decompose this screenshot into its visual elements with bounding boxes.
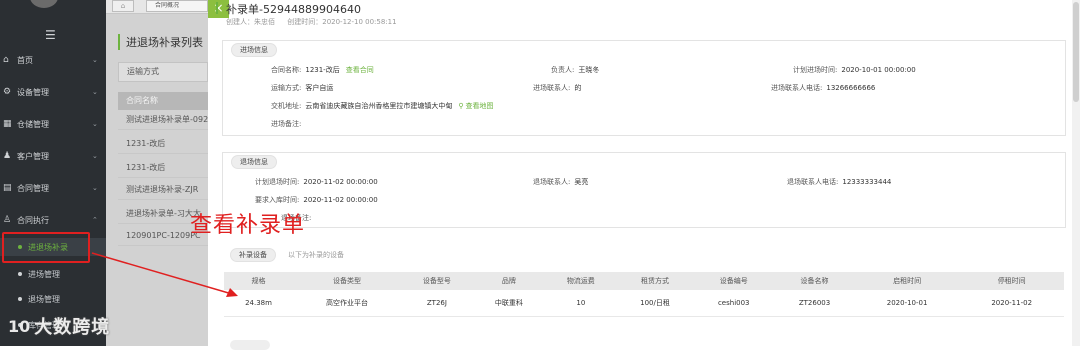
sub-item-entry[interactable]: 进场管理: [0, 265, 106, 283]
view-map-link[interactable]: 查看地图: [466, 102, 494, 110]
owner-field: 负责人: 王晓冬: [551, 66, 600, 74]
plan-exit-time-field: 计划退场时间: 2020-11-02 00:00:00: [255, 178, 378, 186]
tab-bar: ⌂ 合同概况: [106, 0, 208, 14]
chevron-down-icon: ⌄: [92, 56, 98, 64]
execution-icon: ♙: [3, 215, 12, 225]
scrollbar-thumb[interactable]: [1073, 2, 1079, 102]
column-header: 物流运费: [544, 272, 617, 290]
contract-icon: ▤: [3, 183, 12, 193]
column-header: 停租时间: [959, 272, 1064, 290]
chevron-down-icon: ⌄: [92, 120, 98, 128]
transport-field: 运输方式: 客户自运: [271, 84, 334, 92]
bullet-icon: [18, 297, 22, 301]
table-cell: ZT26003: [774, 290, 855, 317]
list-item[interactable]: 测试进退场补录-ZJR: [118, 180, 208, 200]
map-pin-icon: ⚲: [458, 102, 464, 110]
watermark: 10 大数跨境: [8, 312, 110, 340]
chevron-down-icon: ⌄: [92, 184, 98, 192]
column-header: 设备名称: [774, 272, 855, 290]
table-cell: 中联重科: [472, 290, 545, 317]
exit-phone-field: 退场联系人电话: 12333333444: [787, 178, 892, 186]
table-row[interactable]: 24.38m 高空作业平台 ZT26J 中联重科 10 100/日租 ceshi…: [224, 290, 1064, 317]
device-icon: ⚙: [3, 87, 12, 97]
entry-info-tag: 进场信息: [231, 43, 277, 57]
list-title: 进退场补录列表: [118, 34, 203, 50]
entry-info-section: 进场信息 合同名称: 1231-改后 查看合同 负责人: 王晓冬 计划进场时间: 202…: [222, 40, 1066, 136]
warehouse-icon: ▦: [3, 119, 12, 129]
table-header-row: 规格 设备类型 设备型号 品牌 物流运费 租赁方式 设备编号 设备名称 启租时间…: [224, 272, 1064, 290]
chevron-down-icon: ⌄: [92, 152, 98, 160]
table-cell: 24.38m: [224, 290, 294, 317]
table-cell: 100/日租: [616, 290, 694, 317]
customer-icon: ♟: [3, 151, 12, 161]
contract-name-field: 合同名称: 1231-改后 查看合同: [271, 66, 374, 74]
require-storage-time-field: 要求入库时间: 2020-11-02 00:00:00: [255, 196, 378, 204]
table-cell: ceshi003: [693, 290, 775, 317]
chevron-up-icon: ⌃: [92, 216, 98, 224]
creator-label: 创建人：朱忠佰: [226, 18, 275, 26]
annotation-highlight-box: [2, 232, 90, 263]
column-header: 租赁方式: [616, 272, 694, 290]
exit-info-tag: 退场信息: [231, 155, 277, 169]
tab-home[interactable]: ⌂: [112, 0, 134, 12]
nav-item-warehouse[interactable]: ▦ 仓储管理 ⌄: [0, 114, 106, 134]
avatar[interactable]: [30, 0, 58, 8]
list-item[interactable]: 1231-改后: [118, 134, 208, 154]
view-contract-link[interactable]: 查看合同: [346, 66, 374, 74]
supplement-device-table: 规格 设备类型 设备型号 品牌 物流运费 租赁方式 设备编号 设备名称 启租时间…: [224, 272, 1064, 317]
sub-item-exit[interactable]: 退场管理: [0, 290, 106, 308]
column-header: 启租时间: [854, 272, 960, 290]
table-cell: 2020-10-01: [854, 290, 960, 317]
column-header: 设备编号: [693, 272, 775, 290]
entry-contact-field: 进场联系人: 的: [533, 84, 582, 92]
list-item[interactable]: 1231-改后: [118, 158, 208, 178]
table-cell: ZT26J: [400, 290, 473, 317]
page-title: 补录单-52944889904640: [226, 3, 361, 16]
exit-info-section: 退场信息 计划退场时间: 2020-11-02 00:00:00 退场联系人: 吴亮…: [222, 152, 1066, 228]
transport-select[interactable]: 运输方式: [118, 62, 208, 82]
bullet-icon: [18, 272, 22, 276]
nav-item-customer[interactable]: ♟ 客户管理 ⌄: [0, 146, 106, 166]
entry-remark-field: 进场备注:: [271, 120, 302, 128]
side-nav: ☰ ⌂ 首页 ⌄ ⚙ 设备管理 ⌄ ▦ 仓储管理 ⌄ ♟ 客户管理 ⌄ ▤ 合同…: [0, 0, 106, 346]
nav-item-device[interactable]: ⚙ 设备管理 ⌄: [0, 82, 106, 102]
list-header: 合同名称: [118, 92, 208, 110]
nav-item-home[interactable]: ⌂ 首页 ⌄: [0, 50, 106, 70]
next-section-tag: [230, 340, 270, 350]
list-item[interactable]: 测试进退场补录单-0929: [118, 110, 208, 130]
watermark-logo: 10: [8, 316, 31, 336]
column-header: 规格: [224, 272, 294, 290]
table-cell: 2020-11-02: [959, 290, 1064, 317]
title-accent-bar: [216, 2, 218, 14]
menu-toggle-icon[interactable]: ☰: [45, 28, 56, 42]
created-time: 创建时间：2020-12-10 00:58:11: [287, 18, 397, 26]
chevron-down-icon: ⌄: [92, 88, 98, 96]
nav-item-contract[interactable]: ▤ 合同管理 ⌄: [0, 178, 106, 198]
entry-phone-field: 进场联系人电话: 13266666666: [771, 84, 876, 92]
scrollbar[interactable]: [1072, 0, 1080, 346]
column-header: 设备型号: [400, 272, 473, 290]
exit-contact-field: 退场联系人: 吴亮: [533, 178, 589, 186]
supplement-device-tag: 补录设备: [230, 248, 276, 262]
creator-info: 创建人：朱忠佰 创建时间：2020-12-10 00:58:11: [226, 17, 407, 27]
annotation-label: 查看补录单: [190, 213, 306, 238]
list-panel: ⌂ 合同概况 进退场补录列表 运输方式 合同名称 测试进退场补录单-0929 1…: [106, 0, 208, 346]
detail-panel: × 补录单-52944889904640 创建人：朱忠佰 创建时间：2020-1…: [208, 0, 1080, 350]
watermark-text: 大数跨境: [34, 317, 111, 338]
nav-item-execution[interactable]: ♙ 合同执行 ⌃: [0, 210, 106, 230]
tab-current[interactable]: 合同概况: [146, 0, 208, 12]
table-cell: 10: [544, 290, 617, 317]
plan-entry-time-field: 计划进场时间: 2020-10-01 00:00:00: [793, 66, 916, 74]
table-cell: 高空作业平台: [293, 290, 401, 317]
column-header: 设备类型: [293, 272, 401, 290]
column-header: 品牌: [472, 272, 545, 290]
supplement-hint: 以下为补录的设备: [288, 251, 344, 259]
address-field: 交机地址: 云南省迪庆藏族自治州香格里拉市建塘镇大中甸 ⚲ 查看地图: [271, 102, 494, 110]
home-icon: ⌂: [3, 55, 9, 65]
